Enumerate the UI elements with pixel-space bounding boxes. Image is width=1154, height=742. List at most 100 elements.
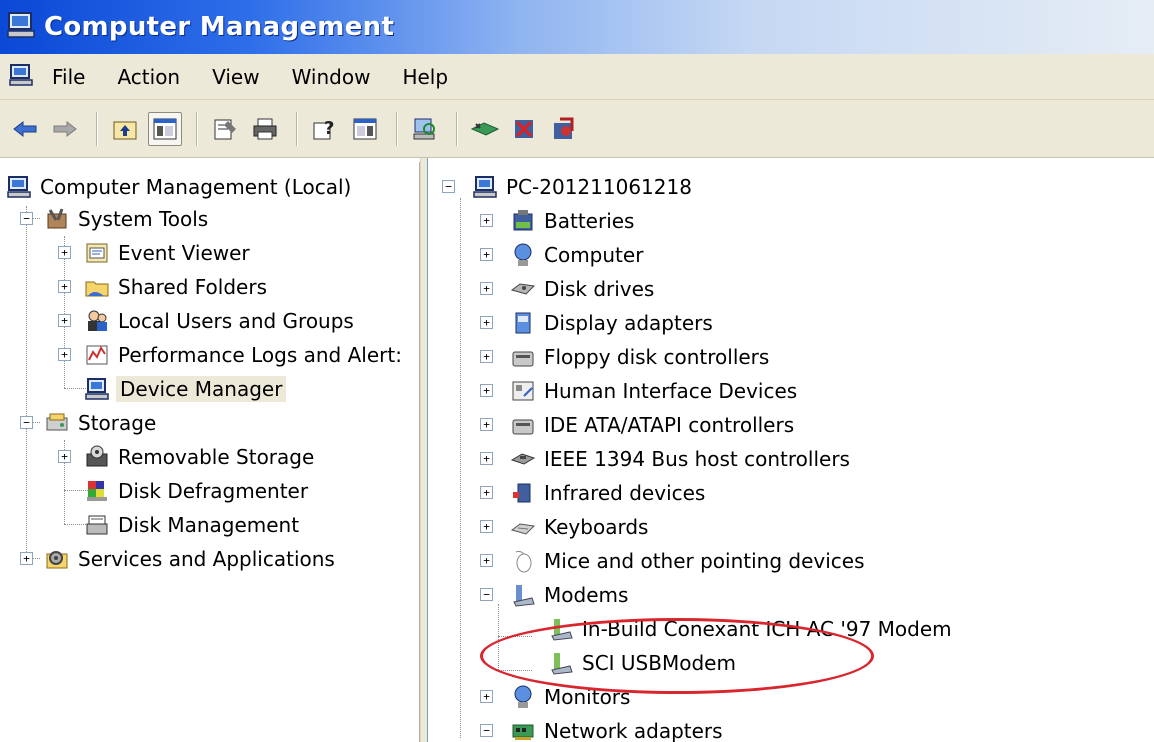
disk-management-icon [84,512,110,538]
tree-item-pc-root[interactable]: PC-201211061218 [472,170,694,204]
expand-toggle[interactable]: + [58,246,71,259]
tree-item-computer-management[interactable]: Computer Management (Local) [6,170,353,204]
collapse-toggle[interactable]: − [480,588,493,601]
collapse-toggle[interactable]: − [20,416,33,429]
expand-toggle[interactable]: + [20,552,33,565]
tree-label: Batteries [544,209,635,233]
tree-label: Display adapters [544,311,713,335]
tree-label: Event Viewer [118,241,250,265]
expand-toggle[interactable]: + [480,384,493,397]
tree-item-disk-management[interactable]: Disk Management [84,508,301,542]
tree-item-system-tools[interactable]: System Tools [44,202,210,236]
tree-item-local-users[interactable]: Local Users and Groups [84,304,356,338]
tree-label: Shared Folders [118,275,267,299]
toolbar-separator [96,111,98,146]
collapse-toggle[interactable]: − [20,212,33,225]
expand-toggle[interactable]: + [58,450,71,463]
device-category-disk-drives[interactable]: Disk drives [510,272,656,306]
tree-label: IDE ATA/ATAPI controllers [544,413,795,437]
device-category-ieee1394[interactable]: IEEE 1394 Bus host controllers [510,442,852,476]
tree-item-disk-defragmenter[interactable]: Disk Defragmenter [84,474,310,508]
device-category-ide[interactable]: IDE ATA/ATAPI controllers [510,408,796,442]
collapse-toggle[interactable]: − [480,724,493,737]
device-category-hid[interactable]: Human Interface Devices [510,374,799,408]
tree-item-shared-folders[interactable]: Shared Folders [84,270,269,304]
device-category-infrared[interactable]: Infrared devices [510,476,707,510]
collapse-toggle[interactable]: − [442,180,455,193]
expand-toggle[interactable]: + [480,520,493,533]
forward-arrow-icon[interactable] [48,112,82,146]
expand-toggle[interactable]: + [480,690,493,703]
scan-hardware-icon[interactable] [408,112,442,146]
tree-item-event-viewer[interactable]: Event Viewer [84,236,252,270]
computer-icon [472,174,498,200]
expand-toggle[interactable]: + [480,248,493,261]
toolbar: ? [0,100,1154,158]
device-category-monitors[interactable]: Monitors [510,680,632,714]
expand-toggle[interactable]: + [58,280,71,293]
expand-toggle[interactable]: + [480,282,493,295]
device-category-modems[interactable]: Modems [510,578,630,612]
expand-toggle[interactable]: + [58,348,71,361]
device-tree-pane[interactable]: − PC-201211061218 + Batteries + Computer… [428,162,1154,742]
menu-window[interactable]: Window [292,63,371,91]
tree-line [498,636,532,637]
device-category-computer[interactable]: Computer [510,238,645,272]
human-interface-device-icon [510,378,536,404]
expand-toggle[interactable]: + [480,214,493,227]
menu-help[interactable]: Help [402,63,448,91]
expand-toggle[interactable]: + [480,452,493,465]
tree-item-device-manager[interactable]: Device Manager [84,372,287,406]
tree-line [26,206,27,562]
device-category-batteries[interactable]: Batteries [510,204,636,238]
performance-logs-icon [84,342,110,368]
device-item-conexant-modem[interactable]: In-Build Conexant ICH AC '97 Modem [548,612,954,646]
menu-file[interactable]: File [52,63,85,91]
monitor-icon [510,684,536,710]
modem-icon [548,616,574,642]
toolbar-separator [456,111,458,146]
uninstall-device-icon[interactable] [468,112,502,146]
help-icon[interactable]: ? [308,112,342,146]
users-icon [84,308,110,334]
tree-label: Local Users and Groups [118,309,354,333]
action-pane-toggle-icon[interactable] [348,112,382,146]
expand-toggle[interactable]: + [480,486,493,499]
up-one-level-icon[interactable] [108,112,142,146]
back-arrow-icon[interactable] [8,112,42,146]
device-category-display-adapters[interactable]: Display adapters [510,306,715,340]
device-category-mice[interactable]: Mice and other pointing devices [510,544,867,578]
expand-toggle[interactable]: + [58,314,71,327]
disable-device-icon[interactable] [508,112,542,146]
device-category-network-adapters[interactable]: Network adapters [510,714,725,742]
computer-management-icon [6,10,36,44]
tree-item-performance-logs[interactable]: Performance Logs and Alert: [84,338,404,372]
tree-label: Mice and other pointing devices [544,549,865,573]
expand-toggle[interactable]: + [480,316,493,329]
expand-toggle[interactable]: + [480,554,493,567]
device-category-floppy[interactable]: Floppy disk controllers [510,340,771,374]
tree-label: PC-201211061218 [506,175,692,199]
tree-item-storage[interactable]: Storage [44,406,158,440]
expand-toggle[interactable]: + [480,418,493,431]
console-tree-pane[interactable]: Computer Management (Local) − System Too… [0,162,420,742]
update-driver-icon[interactable] [548,112,582,146]
system-menu-icon[interactable] [8,62,34,92]
tree-item-services-applications[interactable]: Services and Applications [44,542,337,576]
tree-label: Services and Applications [78,547,335,571]
menu-view[interactable]: View [212,63,259,91]
menu-action[interactable]: Action [117,63,180,91]
properties-icon[interactable] [208,112,242,146]
storage-icon [44,410,70,436]
tree-label: Performance Logs and Alert: [118,343,402,367]
tree-label: Monitors [544,685,631,709]
console-tree-toggle-icon[interactable] [148,111,182,146]
device-category-keyboards[interactable]: Keyboards [510,510,650,544]
display-adapter-icon [510,310,536,336]
device-item-sci-usbmodem[interactable]: SCI USBModem [548,646,738,680]
print-icon[interactable] [248,112,282,146]
expand-toggle[interactable]: + [480,350,493,363]
tree-item-removable-storage[interactable]: Removable Storage [84,440,316,474]
pane-splitter[interactable] [420,158,428,742]
event-viewer-icon [84,240,110,266]
